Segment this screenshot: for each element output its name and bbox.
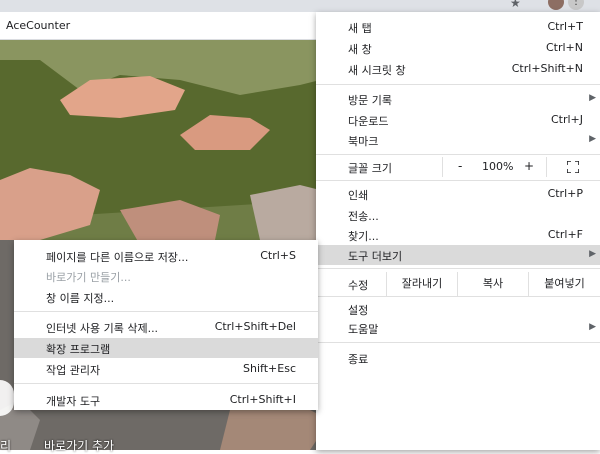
menu-item-shortcut: Ctrl+N xyxy=(545,41,583,54)
menu-new-tab[interactable]: 새 탭 Ctrl+T xyxy=(316,17,600,37)
cut-button[interactable]: 잘라내기 xyxy=(387,272,457,296)
menu-item-label: 인터넷 사용 기록 삭제... xyxy=(46,322,159,335)
menu-bookmarks[interactable]: 북마크 ▶ xyxy=(316,130,600,150)
zoom-value: 100% xyxy=(482,160,514,173)
chrome-main-menu: 새 탭 Ctrl+T 새 창 Ctrl+N 새 시크릿 창 Ctrl+Shift… xyxy=(316,12,600,450)
menu-item-label: 방문 기록 xyxy=(348,94,392,107)
submenu-extensions[interactable]: 확장 프로그램 xyxy=(14,338,318,358)
menu-more-tools[interactable]: 도구 더보기 ▶ xyxy=(316,245,600,265)
menu-item-label: 설정 xyxy=(348,304,369,317)
menu-separator xyxy=(316,180,600,181)
menu-item-label: 북마크 xyxy=(348,135,379,148)
menu-new-incognito[interactable]: 새 시크릿 창 Ctrl+Shift+N xyxy=(316,59,600,79)
menu-item-shortcut: Ctrl+P xyxy=(547,187,583,200)
menu-print[interactable]: 인쇄 Ctrl+P xyxy=(316,184,600,204)
menu-item-label: 새 시크릿 창 xyxy=(348,64,406,77)
menu-cast[interactable]: 전송... xyxy=(316,205,600,225)
menu-item-shortcut: Ctrl+Shift+I xyxy=(229,393,296,406)
edit-label: 수정 xyxy=(348,279,369,292)
submenu-clear-data[interactable]: 인터넷 사용 기록 삭제... Ctrl+Shift+Del xyxy=(14,317,318,337)
menu-separator xyxy=(316,296,600,297)
menu-separator xyxy=(316,268,600,269)
bookmark-acecounter[interactable]: AceCounter xyxy=(6,19,70,32)
avatar[interactable] xyxy=(548,0,564,10)
menu-item-label: 종료 xyxy=(348,353,369,366)
menu-item-shortcut: Ctrl+Shift+Del xyxy=(214,320,296,333)
menu-item-label: 찾기... xyxy=(348,230,379,243)
menu-item-label: 새 창 xyxy=(348,43,372,56)
menu-item-label: 전송... xyxy=(348,210,379,223)
menu-edit-row: 수정 잘라내기 복사 붙여넣기 xyxy=(316,272,600,296)
more-tools-submenu: 페이지를 다른 이름으로 저장... Ctrl+S 바로가기 만들기... 창 … xyxy=(14,240,318,410)
menu-exit[interactable]: 종료 xyxy=(316,348,600,368)
submenu-save-page[interactable]: 페이지를 다른 이름으로 저장... Ctrl+S xyxy=(14,246,318,266)
zoom-divider xyxy=(546,157,547,177)
menu-history[interactable]: 방문 기록 ▶ xyxy=(316,89,600,109)
menu-item-label: 도움말 xyxy=(348,323,379,336)
menu-item-label: 인쇄 xyxy=(348,189,369,202)
menu-item-shortcut: Ctrl+S xyxy=(260,249,296,262)
submenu-dev-tools[interactable]: 개발자 도구 Ctrl+Shift+I xyxy=(14,390,318,410)
menu-separator xyxy=(316,342,600,343)
menu-zoom-row: 글꼴 크기 - 100% + xyxy=(316,157,600,177)
menu-item-label: 새 탭 xyxy=(348,22,372,35)
star-icon[interactable]: ★ xyxy=(510,0,521,10)
menu-separator xyxy=(14,311,318,312)
submenu-arrow-icon: ▶ xyxy=(589,322,596,332)
zoom-in-button[interactable]: + xyxy=(524,159,534,173)
menu-separator xyxy=(14,383,318,384)
paste-button[interactable]: 붙여넣기 xyxy=(529,272,600,296)
zoom-out-button[interactable]: - xyxy=(458,159,462,173)
submenu-arrow-icon: ▶ xyxy=(589,249,596,259)
submenu-task-manager[interactable]: 작업 관리자 Shift+Esc xyxy=(14,359,318,379)
menu-item-label: 다운로드 xyxy=(348,115,389,128)
menu-separator xyxy=(316,154,600,155)
submenu-arrow-icon: ▶ xyxy=(589,134,596,144)
submenu-name-window[interactable]: 창 이름 지정... xyxy=(14,287,318,307)
fullscreen-icon[interactable] xyxy=(567,161,579,173)
menu-item-label: 바로가기 만들기... xyxy=(46,271,131,284)
more-options-icon[interactable]: ⋮ xyxy=(568,0,584,10)
shortcut-label-partial[interactable]: 리 xyxy=(0,437,11,454)
zoom-label: 글꼴 크기 xyxy=(348,162,392,175)
menu-item-shortcut: Shift+Esc xyxy=(243,362,296,375)
menu-item-label: 작업 관리자 xyxy=(46,364,101,377)
submenu-create-shortcut: 바로가기 만들기... xyxy=(14,266,318,286)
menu-separator xyxy=(316,84,600,85)
add-shortcut-label[interactable]: 바로가기 추가 xyxy=(44,437,114,454)
menu-help[interactable]: 도움말 ▶ xyxy=(316,318,600,338)
tab-strip: ★ ⋮ xyxy=(0,0,600,12)
menu-item-label: 개발자 도구 xyxy=(46,395,101,408)
menu-item-shortcut: Ctrl+J xyxy=(550,113,583,126)
menu-new-window[interactable]: 새 창 Ctrl+N xyxy=(316,38,600,58)
menu-item-label: 확장 프로그램 xyxy=(46,343,111,356)
copy-button[interactable]: 복사 xyxy=(458,272,528,296)
menu-downloads[interactable]: 다운로드 Ctrl+J xyxy=(316,110,600,130)
menu-item-shortcut: Ctrl+F xyxy=(547,228,583,241)
menu-item-shortcut: Ctrl+Shift+N xyxy=(511,62,583,75)
menu-item-label: 창 이름 지정... xyxy=(46,292,115,305)
menu-find[interactable]: 찾기... Ctrl+F xyxy=(316,225,600,245)
menu-item-label: 페이지를 다른 이름으로 저장... xyxy=(46,251,189,264)
menu-item-label: 도구 더보기 xyxy=(348,250,403,263)
menu-settings[interactable]: 설정 xyxy=(316,299,600,319)
menu-item-shortcut: Ctrl+T xyxy=(547,20,583,33)
zoom-divider xyxy=(442,157,443,177)
submenu-arrow-icon: ▶ xyxy=(589,93,596,103)
